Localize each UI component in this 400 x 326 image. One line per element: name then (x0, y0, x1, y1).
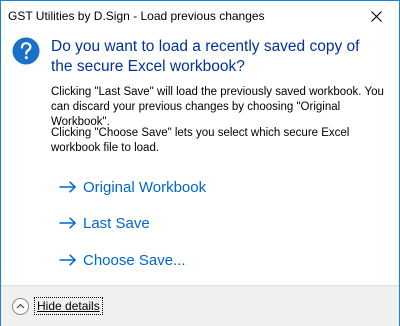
dialog-window: GST Utilities by D.Sign - Load previous … (0, 0, 400, 326)
dialog-footer: Hide details (1, 285, 399, 326)
hide-details-label: Hide details (34, 297, 103, 315)
arrow-right-icon (59, 181, 76, 193)
last-save-link[interactable]: Last Save (59, 211, 150, 235)
dialog-content: Do you want to load a recently saved cop… (1, 32, 399, 285)
chevron-up-icon (12, 297, 29, 315)
choose-save-label: Choose Save... (83, 251, 186, 269)
description-last-save: Clicking "Last Save" will load the previ… (51, 86, 384, 128)
last-save-label: Last Save (83, 214, 150, 232)
hide-details-toggle[interactable]: Hide details (12, 296, 103, 316)
close-button[interactable] (353, 1, 399, 32)
description-choose-save: Clicking "Choose Save" lets you select w… (51, 127, 350, 154)
arrow-right-icon (59, 217, 76, 229)
title-bar[interactable]: GST Utilities by D.Sign - Load previous … (1, 1, 399, 32)
window-title: GST Utilities by D.Sign - Load previous … (8, 9, 265, 23)
choose-save-link[interactable]: Choose Save... (59, 248, 186, 272)
arrow-right-icon (59, 254, 76, 266)
main-instruction: Do you want to load a recently saved cop… (51, 38, 360, 75)
original-workbook-label: Original Workbook (83, 178, 207, 196)
question-icon (12, 37, 40, 65)
original-workbook-link[interactable]: Original Workbook (59, 175, 206, 199)
close-icon (370, 11, 382, 22)
